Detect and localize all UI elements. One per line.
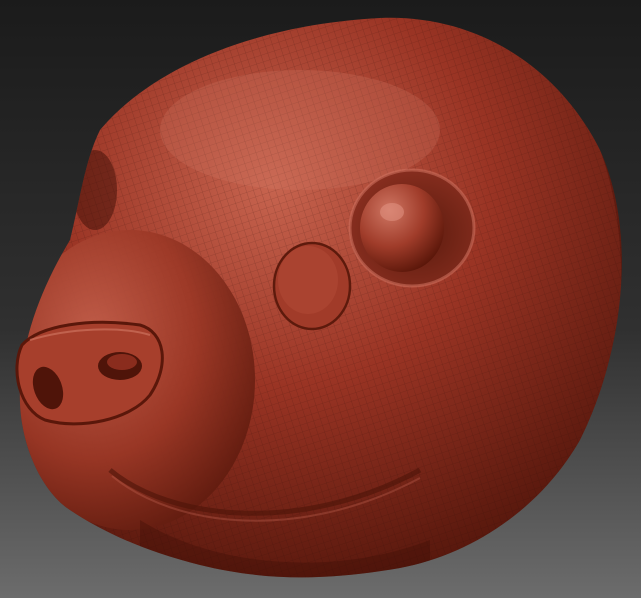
eye: [348, 168, 476, 288]
viewport-canvas[interactable]: [0, 0, 641, 598]
sculpt-scene: [0, 0, 641, 598]
cheek-disc: [272, 241, 352, 331]
